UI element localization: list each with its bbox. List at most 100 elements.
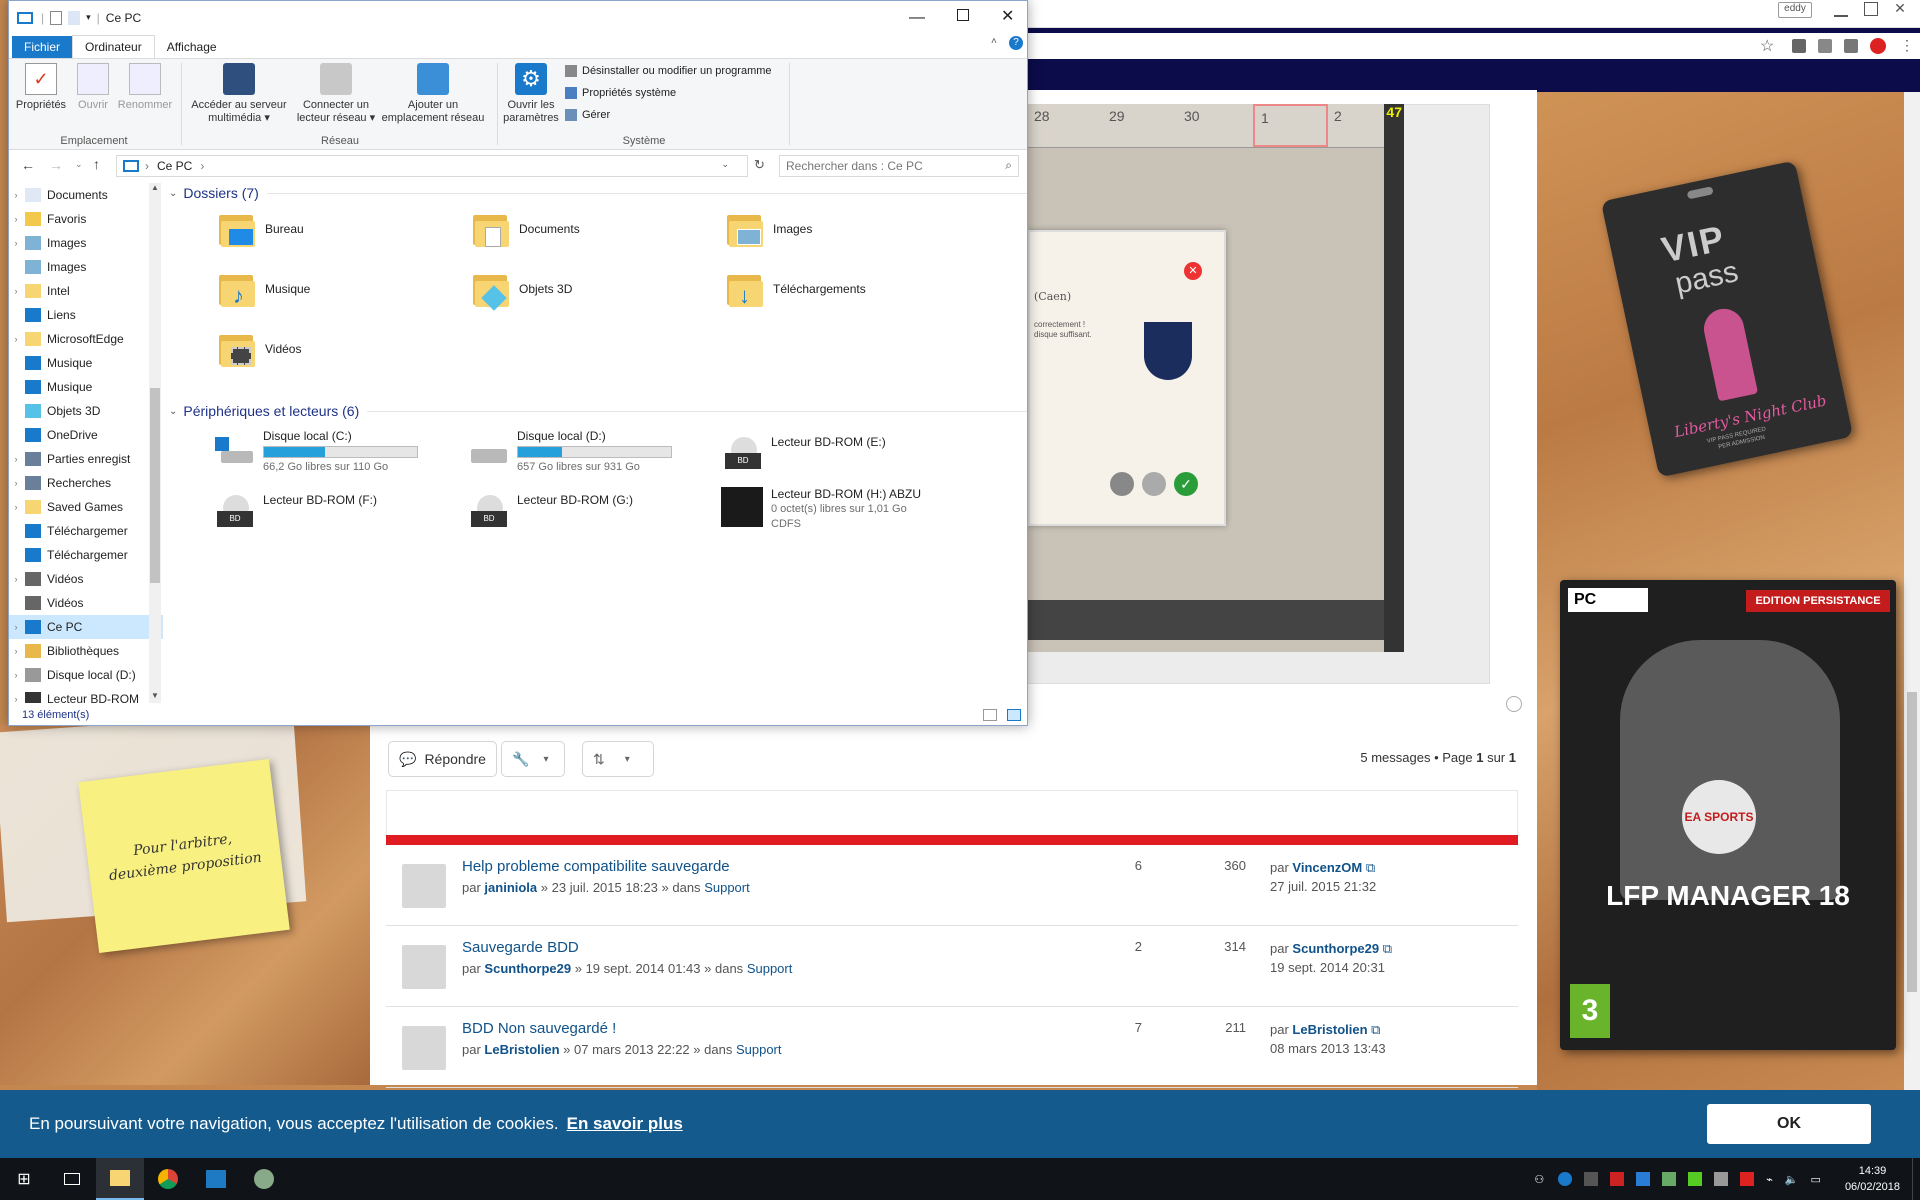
dialog-close-icon[interactable]: ✕: [1184, 262, 1202, 280]
media-server-button[interactable]: Accéder au serveur multimédia ▾: [187, 63, 291, 125]
nav-item[interactable]: › Images: [9, 231, 163, 255]
start-button[interactable]: ⊞: [0, 1158, 48, 1200]
topic-forum[interactable]: Support: [704, 880, 750, 895]
extension-icon-3[interactable]: [1844, 39, 1858, 53]
details-view-icon[interactable]: [983, 709, 997, 721]
nav-item[interactable]: › Vidéos: [9, 567, 163, 591]
new-folder-qat-icon[interactable]: [68, 10, 81, 25]
drive-e[interactable]: BD Lecteur BD-ROM (E:): [721, 435, 886, 475]
nav-item[interactable]: › Lecteur BD-ROM: [9, 687, 163, 703]
browser-address-bar[interactable]: ☆ ⋮: [1028, 33, 1920, 59]
nav-item[interactable]: Téléchargemer: [9, 543, 163, 567]
nav-item[interactable]: › MicrosoftEdge: [9, 327, 163, 351]
tab-file[interactable]: Fichier: [12, 36, 73, 58]
topic-author[interactable]: janiniola: [484, 880, 537, 895]
expand-chevron-icon[interactable]: ›: [9, 214, 23, 224]
dialog-button-disabled[interactable]: [1142, 472, 1166, 496]
scroll-to-top-icon[interactable]: [1506, 696, 1522, 712]
reply-button[interactable]: 💬 Répondre: [388, 741, 497, 777]
taskbar-chrome[interactable]: [144, 1158, 192, 1200]
scroll-down-icon[interactable]: ▼: [151, 691, 159, 700]
breadcrumb-this-pc[interactable]: Ce PC: [157, 159, 192, 173]
nav-item[interactable]: › Ce PC: [9, 615, 163, 639]
expand-chevron-icon[interactable]: ›: [9, 334, 23, 344]
topic-forum[interactable]: Support: [747, 961, 793, 976]
nav-item[interactable]: › Intel: [9, 279, 163, 303]
navigation-scrollbar[interactable]: ▲ ▼: [149, 183, 161, 703]
expand-chevron-icon[interactable]: ›: [9, 574, 23, 584]
folder-3d-objects[interactable]: Objets 3D: [471, 269, 572, 311]
open-button[interactable]: Ouvrir: [71, 63, 115, 112]
address-dropdown-icon[interactable]: ⌄: [721, 159, 729, 170]
taskbar-file-explorer[interactable]: [96, 1158, 144, 1200]
nav-item[interactable]: › Saved Games: [9, 495, 163, 519]
search-box[interactable]: Rechercher dans : Ce PC ⌕: [779, 155, 1019, 177]
nav-item[interactable]: › Bibliothèques: [9, 639, 163, 663]
tray-app-icon[interactable]: [1584, 1172, 1599, 1186]
refresh-icon[interactable]: ↻: [754, 157, 765, 173]
folder-desktop[interactable]: Bureau: [217, 209, 304, 249]
taskbar-clock[interactable]: 14:39 06/02/2018: [1833, 1163, 1912, 1195]
browser-minimize-icon[interactable]: [1834, 3, 1848, 17]
extension-icon-2[interactable]: [1818, 39, 1832, 53]
folder-videos[interactable]: Vidéos: [217, 329, 301, 369]
bookmark-star-icon[interactable]: ☆: [1760, 36, 1774, 56]
volume-icon[interactable]: 🔈: [1785, 1173, 1799, 1186]
up-arrow-icon[interactable]: ↑: [93, 156, 100, 172]
maximize-icon[interactable]: [957, 9, 969, 21]
browser-close-icon[interactable]: ✕: [1890, 0, 1910, 18]
open-settings-button[interactable]: ⚙ Ouvrir les paramètres: [501, 63, 561, 125]
recent-locations-icon[interactable]: ⌄: [75, 159, 83, 170]
nav-item[interactable]: Musique: [9, 351, 163, 375]
topic-title[interactable]: Help probleme compatibilite sauvegarde: [462, 858, 730, 875]
scroll-up-icon[interactable]: ▲: [151, 183, 159, 192]
drive-f[interactable]: BD Lecteur BD-ROM (F:): [213, 493, 377, 533]
extension-icon-1[interactable]: [1792, 39, 1806, 53]
last-post-author[interactable]: VincenzOM: [1292, 860, 1362, 875]
help-icon[interactable]: ?: [1009, 36, 1023, 50]
goto-last-post-icon[interactable]: ⧉: [1371, 1022, 1380, 1037]
properties-qat-icon[interactable]: [50, 10, 63, 25]
folders-section-header[interactable]: ⌄ Dossiers (7): [169, 183, 1027, 203]
properties-button[interactable]: ✓ Propriétés: [15, 63, 67, 112]
expand-chevron-icon[interactable]: ›: [9, 238, 23, 248]
minimize-icon[interactable]: —: [909, 9, 925, 27]
nav-item[interactable]: Liens: [9, 303, 163, 327]
goto-last-post-icon[interactable]: ⧉: [1383, 941, 1392, 956]
rename-button[interactable]: Renommer: [117, 63, 173, 112]
cookie-learn-more-link[interactable]: En savoir plus: [567, 1114, 683, 1134]
browser-menu-icon[interactable]: ⋮: [1900, 37, 1914, 54]
map-network-drive-button[interactable]: Connecter un lecteur réseau ▾: [293, 63, 379, 125]
expand-chevron-icon[interactable]: ›: [9, 646, 23, 656]
extension-icon-4[interactable]: [1870, 38, 1886, 54]
navigation-scroll-thumb[interactable]: [150, 388, 160, 583]
network-icon[interactable]: ⌁: [1766, 1173, 1773, 1186]
folder-documents[interactable]: Documents: [471, 209, 580, 249]
tray-app-icon[interactable]: [1636, 1172, 1651, 1186]
tab-computer[interactable]: Ordinateur: [72, 35, 155, 58]
show-desktop-button[interactable]: [1912, 1158, 1920, 1200]
drive-d[interactable]: Disque local (D:) 657 Go libres sur 931 …: [467, 429, 672, 475]
tab-view[interactable]: Affichage: [155, 36, 229, 58]
forward-arrow-icon[interactable]: →: [49, 157, 63, 173]
nav-item[interactable]: › Disque local (D:): [9, 663, 163, 687]
topic-title[interactable]: Sauvegarde BDD: [462, 939, 579, 956]
nav-item[interactable]: Vidéos: [9, 591, 163, 615]
qat-dropdown-icon[interactable]: ▾: [86, 12, 91, 23]
breadcrumb-separator[interactable]: ›: [200, 159, 204, 173]
nav-item[interactable]: OneDrive: [9, 423, 163, 447]
display-icon[interactable]: ▭: [1811, 1173, 1821, 1186]
topic-author[interactable]: LeBristolien: [484, 1042, 559, 1057]
goto-last-post-icon[interactable]: ⧉: [1366, 860, 1375, 875]
address-bar[interactable]: › Ce PC › ⌄: [116, 155, 748, 177]
drive-h[interactable]: Lecteur BD-ROM (H:) ABZU 0 octet(s) libr…: [721, 487, 921, 532]
expand-chevron-icon[interactable]: ›: [9, 502, 23, 512]
uninstall-program-button[interactable]: Désinstaller ou modifier un programme: [565, 65, 772, 77]
nav-item[interactable]: Objets 3D: [9, 399, 163, 423]
tray-app-icon[interactable]: [1610, 1172, 1625, 1186]
expand-chevron-icon[interactable]: ›: [9, 670, 23, 680]
folder-downloads[interactable]: ↓ Téléchargements: [725, 269, 866, 309]
nav-item[interactable]: Images: [9, 255, 163, 279]
expand-chevron-icon[interactable]: ›: [9, 622, 23, 632]
system-properties-button[interactable]: Propriétés système: [565, 87, 676, 99]
